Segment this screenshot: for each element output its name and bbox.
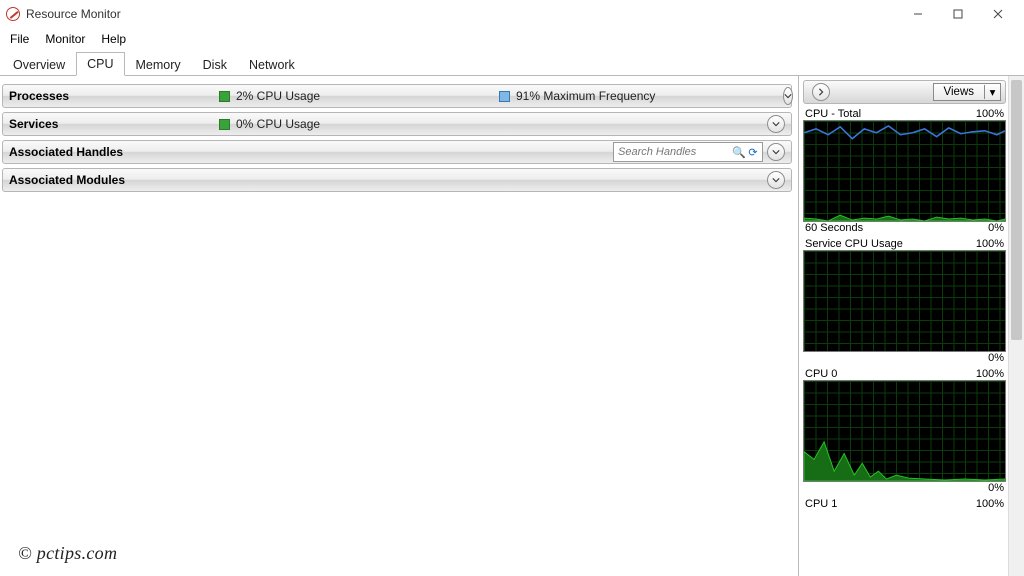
processes-title: Processes [9, 89, 219, 103]
title-bar: Resource Monitor [0, 0, 1024, 28]
services-title: Services [9, 117, 219, 131]
chart-min: 0% [988, 352, 1004, 364]
tab-memory[interactable]: Memory [125, 53, 192, 76]
chart-cpu0: CPU 0 100% 0% [803, 368, 1006, 494]
chart-service-cpu: Service CPU Usage 100% 0% [803, 238, 1006, 364]
processes-cpu-usage: 2% CPU Usage [219, 89, 499, 103]
section-modules: Associated Modules [2, 168, 792, 192]
green-swatch-icon [219, 119, 230, 130]
handles-collapse-button[interactable] [767, 143, 785, 161]
chart-max: 100% [976, 368, 1004, 380]
views-button[interactable]: Views ▾ [933, 83, 1001, 101]
chart-max: 100% [976, 238, 1004, 250]
modules-header[interactable]: Associated Modules [2, 168, 792, 192]
window-title: Resource Monitor [26, 7, 121, 21]
scrollbar[interactable] [1008, 76, 1024, 576]
chart-cpu1: CPU 1 100% [803, 498, 1006, 510]
close-button[interactable] [978, 0, 1018, 28]
services-cpu-usage: 0% CPU Usage [219, 117, 499, 131]
tab-disk[interactable]: Disk [192, 53, 238, 76]
section-handles: Associated Handles Search Handles 🔍 ⟳ [2, 140, 792, 164]
watermark: © pctips.com [18, 543, 117, 564]
processes-header[interactable]: Processes 2% CPU Usage 91% Maximum Frequ… [2, 84, 792, 108]
chart-max: 100% [976, 498, 1004, 510]
services-collapse-button[interactable] [767, 115, 785, 133]
services-header[interactable]: Services 0% CPU Usage [2, 112, 792, 136]
chart-xmin: 60 Seconds [805, 222, 863, 234]
search-placeholder: Search Handles [618, 146, 732, 158]
chart-title: CPU - Total [805, 108, 861, 120]
tab-network[interactable]: Network [238, 53, 306, 76]
right-expand-button[interactable] [812, 83, 830, 101]
refresh-icon[interactable]: ⟳ [746, 146, 760, 159]
menu-monitor[interactable]: Monitor [37, 30, 93, 48]
tab-cpu[interactable]: CPU [76, 52, 124, 76]
menu-file[interactable]: File [2, 30, 37, 48]
handles-header[interactable]: Associated Handles Search Handles 🔍 ⟳ [2, 140, 792, 164]
chevron-down-icon: ▾ [984, 85, 1000, 99]
chart-canvas [803, 120, 1006, 222]
chart-canvas [803, 380, 1006, 482]
section-services: Services 0% CPU Usage [2, 112, 792, 136]
maximize-button[interactable] [938, 0, 978, 28]
left-pane: Processes 2% CPU Usage 91% Maximum Frequ… [0, 76, 798, 576]
app-icon [6, 7, 20, 21]
tab-overview[interactable]: Overview [2, 53, 76, 76]
right-header: Views ▾ [803, 80, 1006, 104]
chart-cpu-total: CPU - Total 100% 60 Seconds 0% [803, 108, 1006, 234]
right-pane: Views ▾ CPU - Total 100% 60 Seconds 0% Ser… [798, 76, 1008, 576]
chart-min: 0% [988, 482, 1004, 494]
main-area: Processes 2% CPU Usage 91% Maximum Frequ… [0, 76, 1024, 576]
blue-swatch-icon [499, 91, 510, 102]
views-label: Views [934, 86, 984, 98]
chart-title: CPU 1 [805, 498, 837, 510]
menu-bar: File Monitor Help [0, 28, 1024, 50]
processes-max-freq: 91% Maximum Frequency [499, 89, 779, 103]
green-swatch-icon [219, 91, 230, 102]
scroll-thumb[interactable] [1011, 80, 1022, 340]
chart-title: CPU 0 [805, 368, 837, 380]
modules-collapse-button[interactable] [767, 171, 785, 189]
menu-help[interactable]: Help [93, 30, 134, 48]
minimize-button[interactable] [898, 0, 938, 28]
search-icon[interactable]: 🔍 [732, 146, 746, 159]
tabs: Overview CPU Memory Disk Network [0, 50, 1024, 76]
chart-canvas [803, 250, 1006, 352]
section-processes: Processes 2% CPU Usage 91% Maximum Frequ… [2, 84, 792, 108]
chart-min: 0% [988, 222, 1004, 234]
chart-title: Service CPU Usage [805, 238, 903, 250]
search-handles-input[interactable]: Search Handles 🔍 ⟳ [613, 142, 763, 162]
processes-collapse-button[interactable] [783, 87, 793, 105]
modules-title: Associated Modules [9, 173, 763, 187]
handles-title: Associated Handles [9, 145, 613, 159]
chart-max: 100% [976, 108, 1004, 120]
